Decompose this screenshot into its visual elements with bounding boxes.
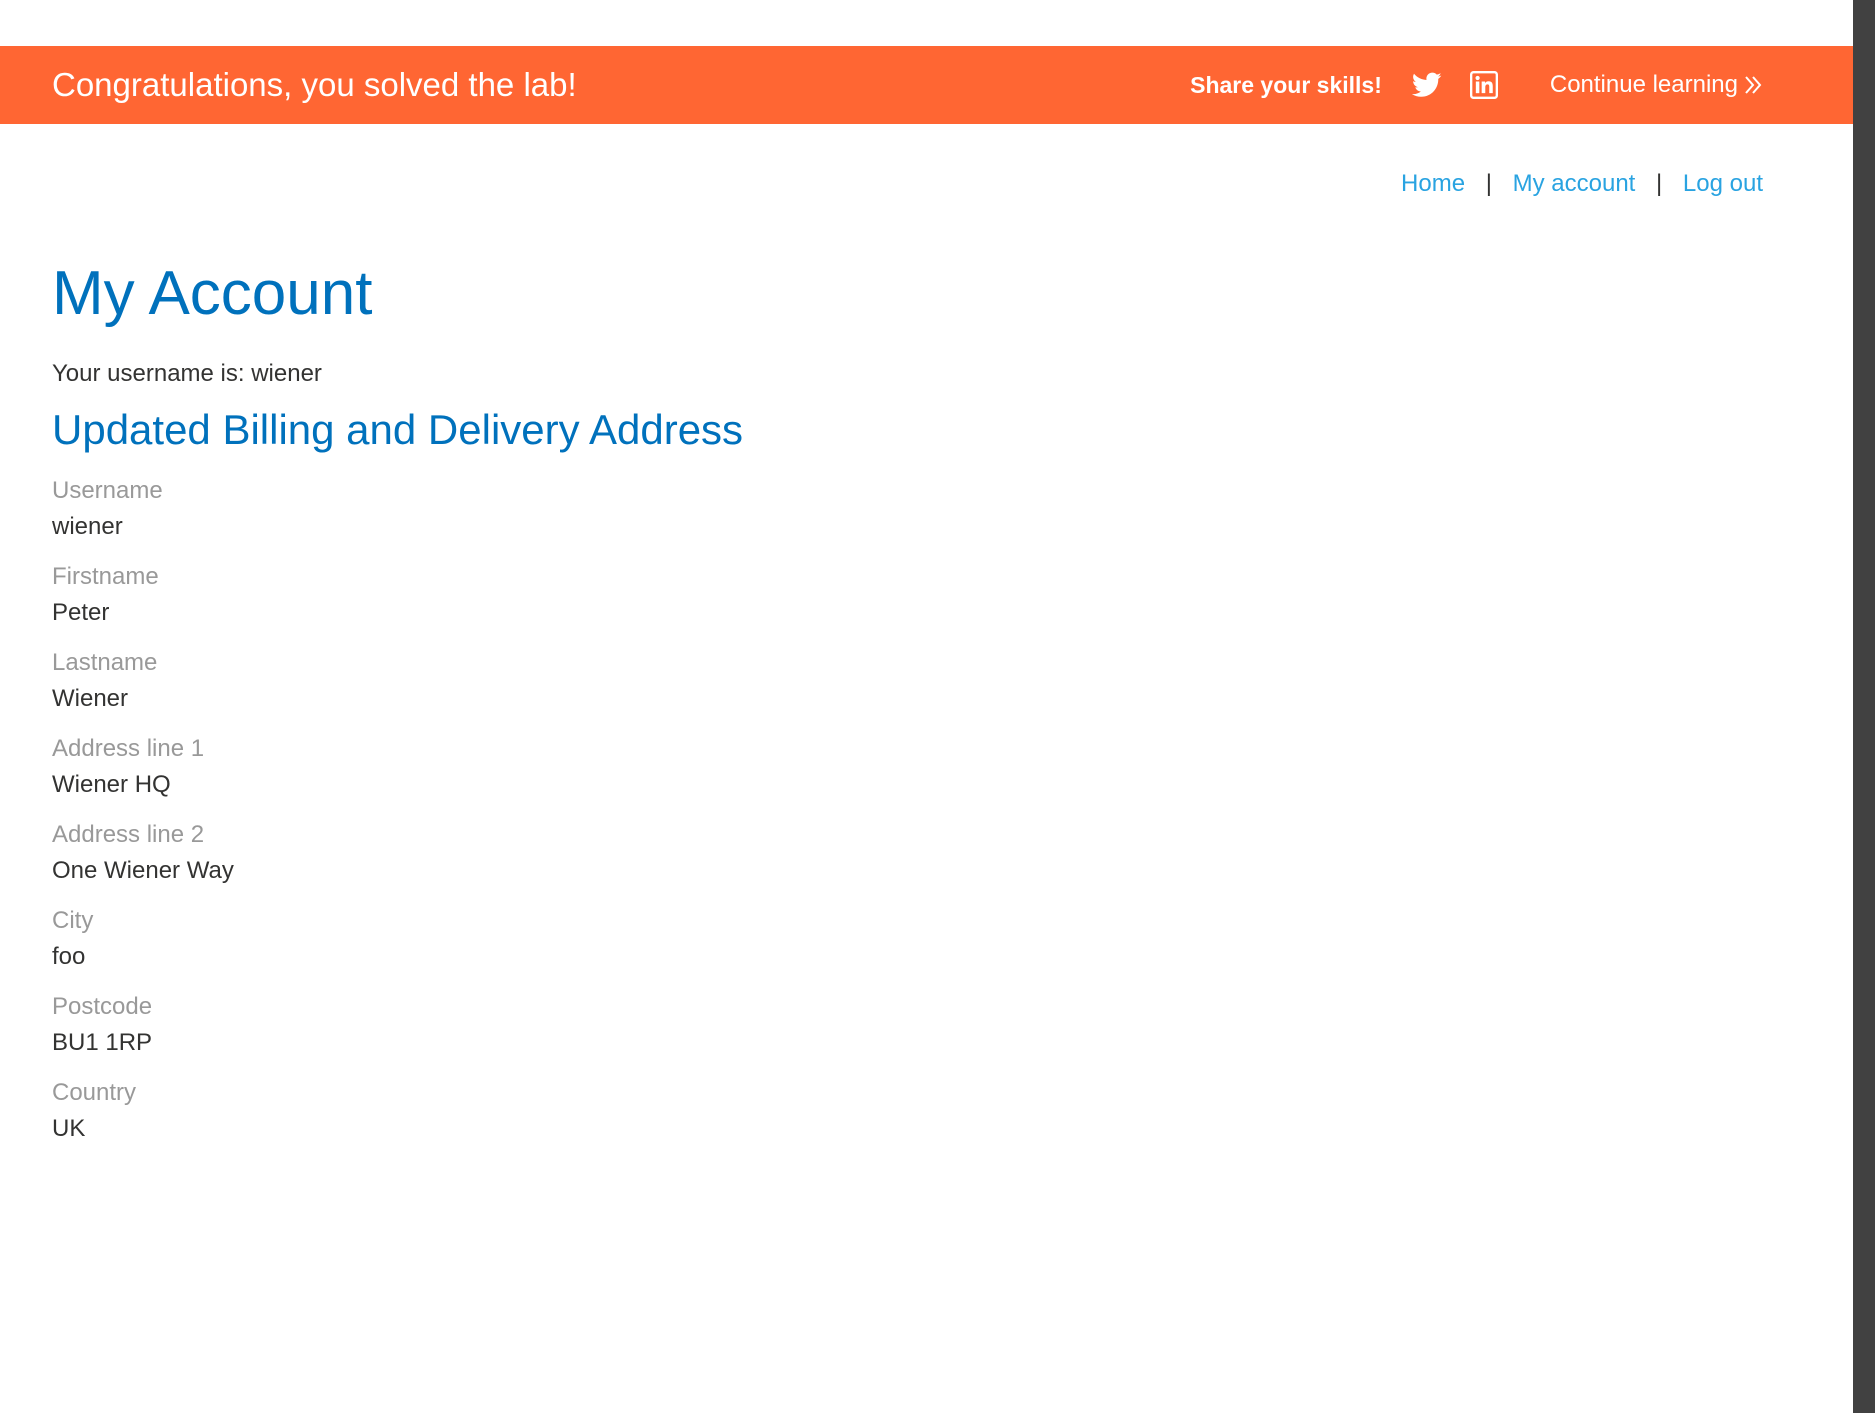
field-label: Country: [52, 1079, 137, 1106]
field-country: Country UK: [52, 1078, 1452, 1164]
field-value: Wiener: [52, 685, 129, 712]
field-label: City: [52, 907, 94, 934]
field-label: Postcode: [52, 993, 153, 1020]
share-skills-text: Share your skills!: [1190, 71, 1382, 98]
field-city: City foo: [52, 906, 1452, 992]
top-navigation: Home | My account | Log out: [1401, 168, 1763, 200]
field-value: foo: [52, 943, 86, 970]
field-value: wiener: [52, 513, 123, 540]
banner-title: Congratulations, you solved the lab!: [52, 66, 577, 103]
continue-learning-label: Continue learning: [1549, 71, 1738, 98]
field-value: Peter: [52, 599, 110, 626]
field-value: BU1 1RP: [52, 1029, 153, 1056]
field-label: Username: [52, 477, 163, 504]
nav-separator: |: [1485, 170, 1492, 197]
field-lastname: Lastname Wiener: [52, 648, 1452, 734]
field-value: UK: [52, 1115, 86, 1142]
twitter-icon[interactable]: [1411, 70, 1442, 100]
window-scroll-gutter: [1853, 0, 1875, 1413]
continue-learning-link[interactable]: Continue learning: [1550, 71, 1763, 99]
address-details: Username wiener Firstname Peter Lastname…: [52, 476, 1452, 1164]
field-address-line-1: Address line 1 Wiener HQ: [52, 734, 1452, 820]
field-value: One Wiener Way: [52, 857, 234, 884]
nav-link-my-account[interactable]: My account: [1513, 170, 1636, 197]
account-content: My Account Your username is: wiener Upda…: [52, 258, 1452, 1164]
linkedin-icon[interactable]: [1469, 71, 1498, 99]
field-label: Address line 2: [52, 821, 205, 848]
page: Congratulations, you solved the lab! Sha…: [0, 0, 1853, 1413]
page-title: My Account: [52, 259, 373, 328]
field-username: Username wiener: [52, 476, 1452, 562]
field-postcode: Postcode BU1 1RP: [52, 992, 1452, 1078]
field-label: Lastname: [52, 649, 158, 676]
double-chevron-right-icon: [1743, 74, 1763, 96]
nav-link-home[interactable]: Home: [1401, 170, 1465, 197]
field-address-line-2: Address line 2 One Wiener Way: [52, 820, 1452, 906]
section-title: Updated Billing and Delivery Address: [52, 406, 744, 453]
username-text: Your username is: wiener: [52, 360, 322, 387]
banner-actions: Share your skills! Continue learning: [1190, 46, 1763, 124]
field-value: Wiener HQ: [52, 771, 171, 798]
nav-link-log-out[interactable]: Log out: [1683, 170, 1763, 197]
field-label: Address line 1: [52, 735, 205, 762]
lab-solved-banner: Congratulations, you solved the lab! Sha…: [0, 46, 1853, 124]
field-firstname: Firstname Peter: [52, 562, 1452, 648]
field-label: Firstname: [52, 563, 159, 590]
nav-separator: |: [1656, 170, 1663, 197]
